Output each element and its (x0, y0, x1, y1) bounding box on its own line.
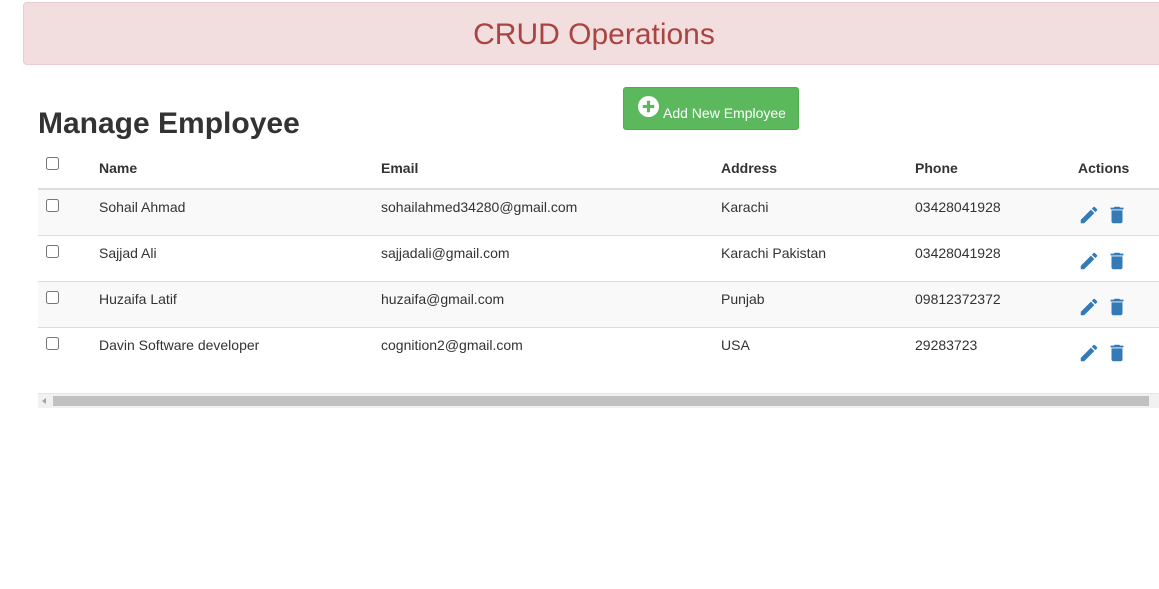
row-checkbox[interactable] (46, 336, 59, 350)
employee-name: Davin Software developer (99, 336, 260, 353)
select-all-cell (38, 148, 99, 190)
alert-banner: CRUD Operations (23, 2, 1159, 65)
scroll-left-arrow-icon[interactable] (42, 398, 46, 404)
pencil-icon[interactable] (1078, 342, 1100, 364)
table-row: Sohail Ahmad sohailahmed34280@gmail.com Ka… (38, 189, 1159, 236)
row-checkbox[interactable] (46, 290, 59, 304)
row-checkbox[interactable] (46, 198, 59, 212)
row-select-cell (38, 281, 99, 328)
employee-email: sajjadali@gmail.com (381, 244, 510, 261)
employee-phone: 03428041928 (915, 244, 1001, 261)
pencil-icon[interactable] (1078, 296, 1100, 318)
employee-phone: 29283723 (915, 336, 978, 353)
employee-name: Sohail Ahmad (99, 198, 186, 215)
add-new-employee-label: Add New Employee (663, 105, 786, 121)
column-header-email[interactable]: Email (381, 148, 721, 190)
cell-address: Karachi (721, 189, 915, 236)
cell-actions (1078, 281, 1159, 328)
employee-phone: 03428041928 (915, 198, 1001, 215)
row-select-cell (38, 235, 99, 282)
cell-phone: 03428041928 (915, 189, 1078, 236)
cell-name: Davin Software developer (99, 327, 381, 373)
cell-actions (1078, 327, 1159, 373)
cell-phone: 09812372372 (915, 281, 1078, 328)
row-select-cell (38, 327, 99, 373)
cell-name: Sohail Ahmad (99, 189, 381, 236)
banner-title: CRUD Operations (473, 18, 715, 51)
cell-email: huzaifa@gmail.com (381, 281, 721, 328)
employee-address: Karachi Pakistan (721, 244, 827, 261)
cell-address: Punjab (721, 281, 915, 328)
employee-address: Punjab (721, 290, 765, 307)
table-body: Sohail Ahmad sohailahmed34280@gmail.com Ka… (38, 189, 1159, 373)
employee-table: Name Email Address Phone Actions Sohail … (38, 148, 1159, 373)
table-row: Huzaifa Latif huzaifa@gmail.com Punjab 0981… (38, 281, 1159, 328)
employee-name: Huzaifa Latif (99, 290, 177, 307)
employee-email: cognition2@gmail.com (381, 336, 523, 353)
horizontal-scrollbar[interactable] (38, 393, 1159, 408)
scrollbar-thumb[interactable] (53, 396, 1149, 406)
row-select-cell (38, 189, 99, 236)
employee-email: huzaifa@gmail.com (381, 290, 505, 307)
cell-email: sajjadali@gmail.com (381, 235, 721, 282)
trash-icon[interactable] (1106, 204, 1128, 226)
cell-actions (1078, 189, 1159, 236)
cell-name: Sajjad Ali (99, 235, 381, 282)
pencil-icon[interactable] (1078, 204, 1100, 226)
cell-email: sohailahmed34280@gmail.com (381, 189, 721, 236)
table-header-row: Name Email Address Phone Actions (38, 148, 1159, 190)
cell-actions (1078, 235, 1159, 282)
cell-phone: 03428041928 (915, 235, 1078, 282)
plus-circle-icon (638, 96, 659, 117)
column-header-actions: Actions (1078, 148, 1159, 190)
add-new-employee-button[interactable]: Add New Employee (623, 87, 799, 130)
trash-icon[interactable] (1106, 342, 1128, 364)
page-title: Manage Employee (38, 107, 300, 140)
table-row: Davin Software developer cognition2@gmail… (38, 327, 1159, 373)
cell-address: USA (721, 327, 915, 373)
employee-address: USA (721, 336, 750, 353)
cell-address: Karachi Pakistan (721, 235, 915, 282)
column-header-name[interactable]: Name (99, 148, 381, 190)
table-row: Sajjad Ali sajjadali@gmail.com Karachi Pak… (38, 235, 1159, 282)
employee-table-wrapper: Name Email Address Phone Actions Sohail … (38, 148, 1159, 373)
cell-name: Huzaifa Latif (99, 281, 381, 328)
employee-name: Sajjad Ali (99, 244, 157, 261)
employee-email: sohailahmed34280@gmail.com (381, 198, 578, 215)
employee-phone: 09812372372 (915, 290, 1001, 307)
column-header-address[interactable]: Address (721, 148, 915, 190)
trash-icon[interactable] (1106, 250, 1128, 272)
column-header-phone[interactable]: Phone (915, 148, 1078, 190)
pencil-icon[interactable] (1078, 250, 1100, 272)
cell-email: cognition2@gmail.com (381, 327, 721, 373)
cell-phone: 29283723 (915, 327, 1078, 373)
row-checkbox[interactable] (46, 244, 59, 258)
employee-address: Karachi (721, 198, 769, 215)
select-all-checkbox[interactable] (46, 157, 59, 170)
trash-icon[interactable] (1106, 296, 1128, 318)
